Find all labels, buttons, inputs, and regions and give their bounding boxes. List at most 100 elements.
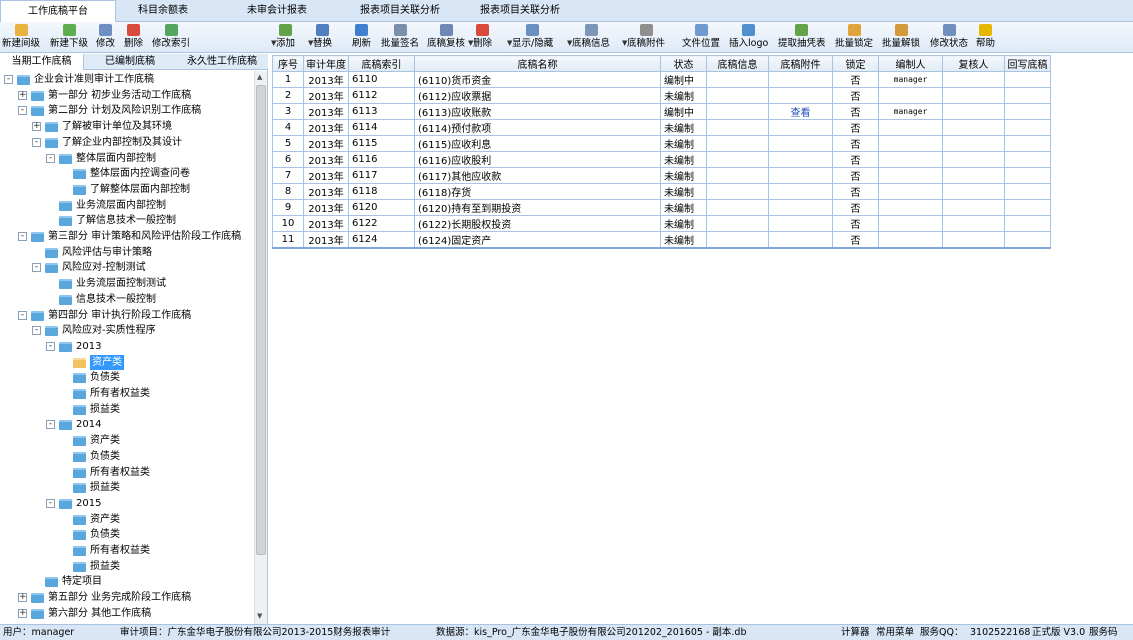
tab-workpaper-platform[interactable]: 工作底稿平台 — [0, 0, 116, 23]
table-row[interactable]: 1 2013年 6110 (6110)货币资金 编制中 否 manager — [272, 71, 1051, 88]
collapse-icon[interactable]: - — [46, 498, 55, 508]
toolbar-button-refresh[interactable]: 刷新 — [352, 24, 371, 52]
tree-node[interactable]: 业务流层面内部控制 — [0, 198, 254, 213]
column-header[interactable]: 状态 — [660, 55, 707, 72]
table-row[interactable]: 3 2013年 6113 (6113)应收账款 编制中 查看否 manager — [272, 103, 1051, 120]
table-row[interactable]: 2 2013年 6112 (6112)应收票据 未编制 否 — [272, 87, 1051, 104]
tree-node[interactable]: 资产类 — [0, 354, 254, 370]
tree-node[interactable]: - 第三部分 审计策略和风险评估阶段工作底稿 — [0, 229, 254, 244]
collapse-icon[interactable]: - — [32, 137, 41, 147]
table-row[interactable]: 8 2013年 6118 (6118)存货 未编制 否 — [272, 183, 1051, 200]
toolbar-button-help[interactable]: 帮助 — [976, 24, 995, 52]
toolbar-button-unlock[interactable]: 批量解锁 — [882, 24, 920, 52]
tree-node[interactable]: - 风险应对-实质性程序 — [0, 323, 254, 338]
tree-node[interactable]: 负债类 — [0, 370, 254, 385]
toolbar-button-info[interactable]: 底稿信息 — [572, 24, 610, 52]
collapse-icon[interactable]: - — [18, 310, 27, 320]
collapse-icon[interactable]: - — [4, 75, 13, 84]
toolbar-button-extract[interactable]: 提取抽凭表 — [778, 24, 826, 52]
tree-scrollbar[interactable]: ▲ ▼ — [254, 71, 267, 624]
toolbar-button-folder-child[interactable]: 新建下级 — [50, 24, 88, 52]
dropdown-arrow-icon[interactable]: ▼ — [271, 39, 276, 47]
tree-node[interactable]: 损益类 — [0, 402, 254, 417]
view-attachment-link[interactable]: 查看 — [768, 103, 833, 120]
tree-node[interactable]: 信息技术一般控制 — [0, 292, 254, 307]
column-header[interactable]: 底稿附件 — [768, 55, 833, 72]
tab-permanent-workpapers[interactable]: 永久性工作底稿 — [176, 54, 268, 70]
table-row[interactable]: 5 2013年 6115 (6115)应收利息 未编制 否 — [272, 135, 1051, 152]
collapse-icon[interactable]: - — [18, 106, 27, 116]
column-header[interactable]: 复核人 — [942, 55, 1005, 72]
column-header[interactable]: 底稿信息 — [706, 55, 769, 72]
tree-node[interactable]: 损益类 — [0, 559, 254, 574]
column-header[interactable]: 底稿名称 — [414, 55, 661, 72]
scroll-up-icon[interactable]: ▲ — [257, 73, 262, 81]
tree-node[interactable]: 所有者权益类 — [0, 465, 254, 480]
expand-icon[interactable]: + — [18, 593, 27, 603]
tree-node[interactable]: - 整体层面内部控制 — [0, 151, 254, 166]
toolbar-button-attachment[interactable]: 底稿附件 — [627, 24, 665, 52]
calculator-button[interactable]: 计算器 — [841, 625, 870, 640]
tree-node[interactable]: 负债类 — [0, 449, 254, 464]
tree-node[interactable]: 整体层面内控调查问卷 — [0, 166, 254, 181]
tree-node[interactable]: - 企业会计准则审计工作底稿 — [0, 72, 254, 87]
toolbar-button-file-location[interactable]: 文件位置 — [682, 24, 720, 52]
tree-node[interactable]: - 2014 — [0, 417, 254, 432]
toolbar-button-insert-logo[interactable]: 插入logo — [729, 24, 768, 52]
dropdown-arrow-icon[interactable]: ▼ — [622, 39, 627, 47]
collapse-icon[interactable]: - — [32, 263, 41, 273]
collapse-icon[interactable]: - — [18, 232, 27, 241]
toolbar-button-show-hide[interactable]: 显示/隐藏 — [512, 24, 553, 52]
toolbar-button-status[interactable]: 修改状态 — [930, 24, 968, 52]
scrollbar-thumb[interactable] — [256, 85, 266, 555]
tree-node[interactable]: - 2015 — [0, 496, 254, 511]
toolbar-button-edit[interactable]: 修改 — [96, 24, 115, 52]
tree-node[interactable]: 了解信息技术一般控制 — [0, 213, 254, 228]
tree-node[interactable]: 了解整体层面内部控制 — [0, 182, 254, 197]
tree-node[interactable]: - 了解企业内部控制及其设计 — [0, 135, 254, 150]
dropdown-arrow-icon[interactable]: ▼ — [468, 39, 473, 47]
scroll-down-icon[interactable]: ▼ — [257, 612, 262, 620]
tree-node[interactable]: + 第五部分 业务完成阶段工作底稿 — [0, 590, 254, 605]
expand-icon[interactable]: + — [32, 122, 41, 132]
table-row[interactable]: 7 2013年 6117 (6117)其他应收款 未编制 否 — [272, 167, 1051, 184]
expand-icon[interactable]: + — [18, 90, 27, 100]
common-menu-button[interactable]: 常用菜单 — [876, 625, 914, 640]
tab-account-balance[interactable]: 科目余额表 — [116, 0, 210, 22]
tab-item-analysis-1[interactable]: 报表项目关联分析 — [340, 0, 460, 22]
tree-node[interactable]: 损益类 — [0, 480, 254, 495]
tab-prepared-workpapers[interactable]: 已编制底稿 — [86, 54, 174, 70]
table-row[interactable]: 10 2013年 6122 (6122)长期股权投资 未编制 否 — [272, 215, 1051, 232]
tab-unaudited-statements[interactable]: 未审会计报表 — [230, 0, 324, 22]
tree-node[interactable]: + 第一部分 初步业务活动工作底稿 — [0, 88, 254, 103]
column-header[interactable]: 序号 — [272, 55, 304, 72]
tree-node[interactable]: 所有者权益类 — [0, 543, 254, 558]
tree-node[interactable]: - 2013 — [0, 339, 254, 354]
toolbar-button-index-edit[interactable]: 修改索引 — [152, 24, 190, 52]
collapse-icon[interactable]: - — [46, 341, 55, 351]
column-header[interactable]: 回写底稿 — [1004, 55, 1051, 72]
dropdown-arrow-icon[interactable]: ▼ — [567, 39, 572, 47]
toolbar-button-batch-sign[interactable]: 批量签名 — [381, 24, 419, 52]
column-header[interactable]: 底稿索引 — [348, 55, 415, 72]
tree-node[interactable]: + 了解被审计单位及其环境 — [0, 119, 254, 134]
column-header[interactable]: 审计年度 — [303, 55, 349, 72]
tree-node[interactable]: 负债类 — [0, 527, 254, 542]
tree-node[interactable]: 资产类 — [0, 512, 254, 527]
column-header[interactable]: 编制人 — [878, 55, 943, 72]
collapse-icon[interactable]: - — [46, 420, 55, 430]
tree-node[interactable]: - 第二部分 计划及风险识别工作底稿 — [0, 103, 254, 118]
collapse-icon[interactable]: - — [32, 326, 41, 336]
tree-node[interactable]: 特定项目 — [0, 574, 254, 589]
column-header[interactable]: 锁定 — [832, 55, 879, 72]
tree-node[interactable]: - 第四部分 审计执行阶段工作底稿 — [0, 308, 254, 323]
toolbar-button-lock[interactable]: 批量锁定 — [835, 24, 873, 52]
toolbar-button-review[interactable]: 底稿复核 — [427, 24, 465, 52]
table-row[interactable]: 6 2013年 6116 (6116)应收股利 未编制 否 — [272, 151, 1051, 168]
toolbar-button-folder-new[interactable]: 新建间级 — [2, 24, 40, 52]
expand-icon[interactable]: + — [18, 608, 27, 618]
tree-node[interactable]: - 风险应对-控制测试 — [0, 260, 254, 275]
toolbar-button-replace[interactable]: 替换 — [313, 24, 332, 52]
toolbar-button-add[interactable]: 添加 — [276, 24, 295, 52]
tree-node[interactable]: 所有者权益类 — [0, 386, 254, 401]
